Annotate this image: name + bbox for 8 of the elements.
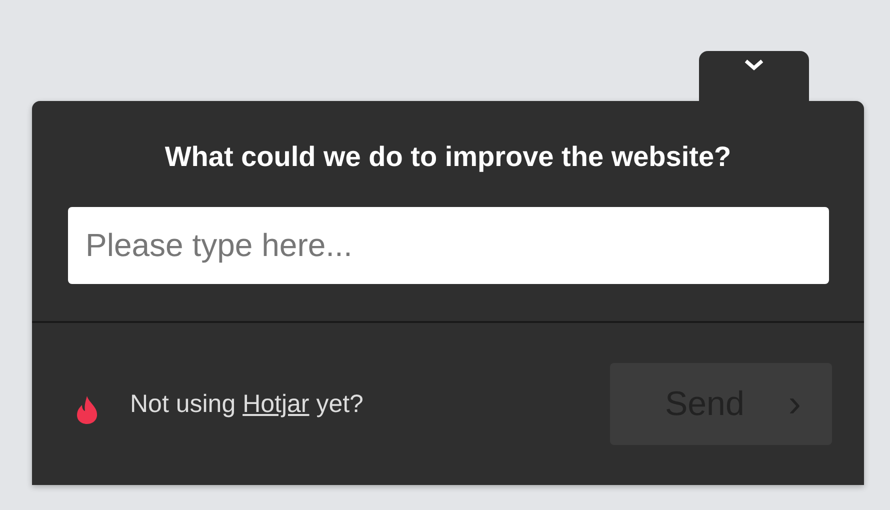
question-title: What could we do to improve the website? (164, 141, 732, 173)
collapse-tab[interactable] (699, 51, 809, 101)
chevron-down-icon (743, 58, 765, 72)
flame-icon (74, 395, 100, 425)
chevron-right-icon: › (788, 382, 802, 426)
input-field[interactable]: Please type here... (68, 207, 828, 284)
hotjar-link[interactable]: Hotjar (242, 390, 310, 418)
promo-text: Not using Hotjar yet? (130, 390, 364, 418)
